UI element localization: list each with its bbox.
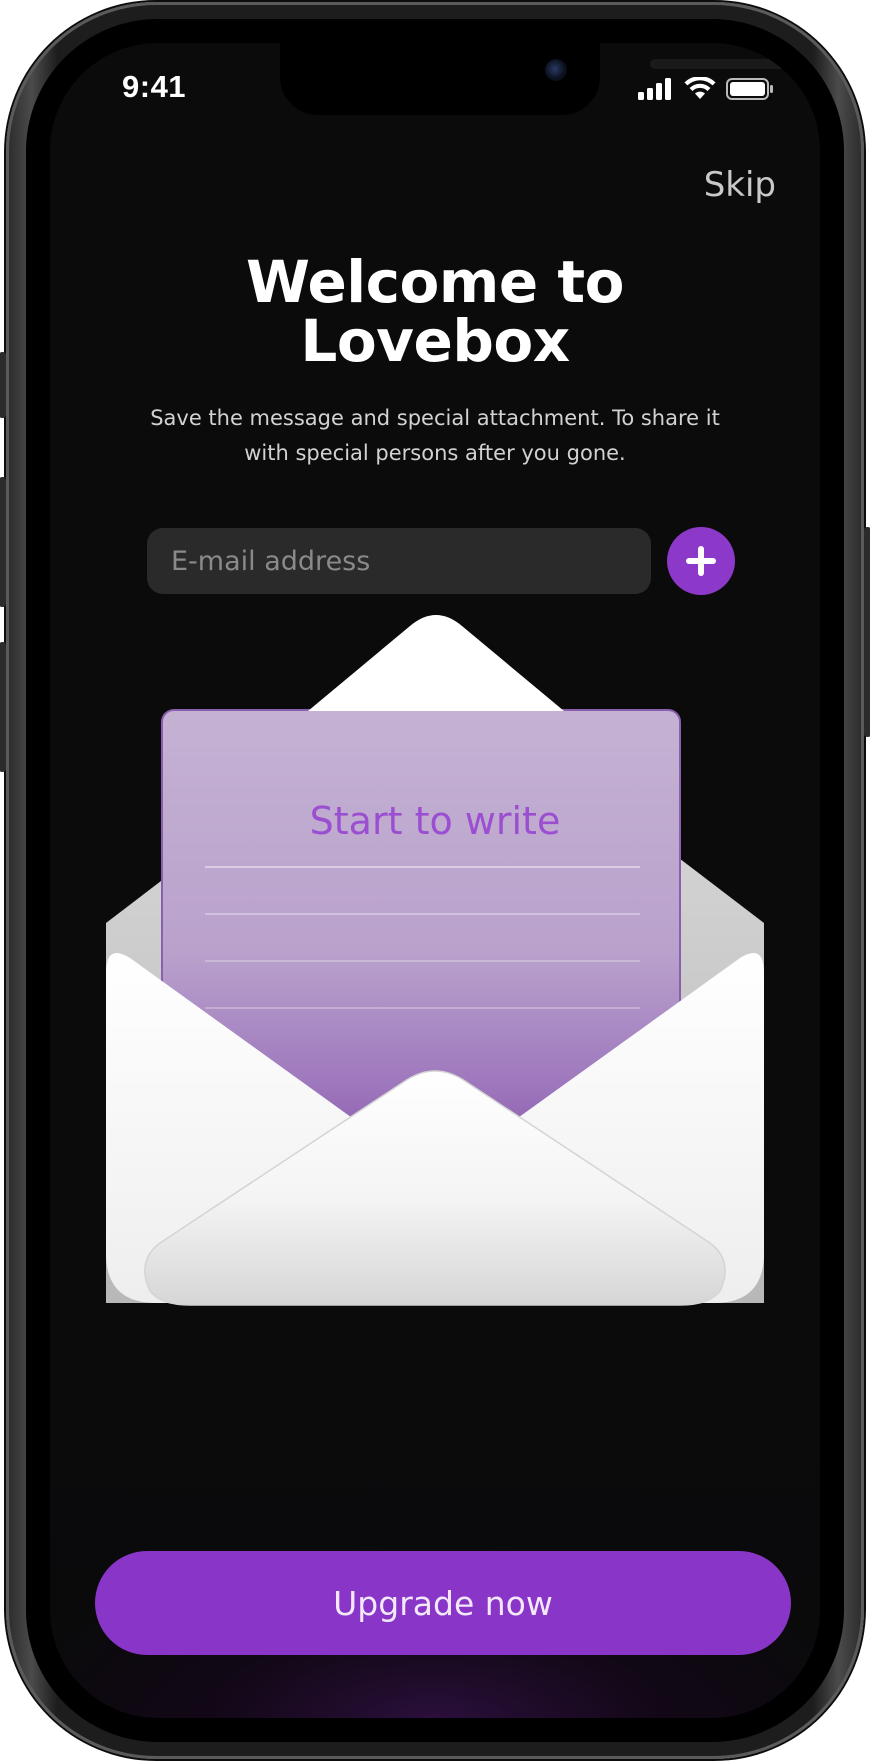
upgrade-now-label: Upgrade now: [333, 1583, 553, 1623]
page-title: Welcome to Lovebox: [50, 253, 820, 371]
add-email-button[interactable]: [667, 527, 735, 595]
upgrade-now-button[interactable]: Upgrade now: [95, 1551, 791, 1655]
power-button: [864, 527, 870, 737]
email-field[interactable]: [147, 528, 651, 594]
status-time: 9:41: [122, 69, 187, 104]
volume-down-button: [0, 642, 6, 772]
app-screen: 9:41 Skip Welcome to Lovebox Save the me…: [50, 43, 820, 1718]
volume-up-button: [0, 477, 6, 607]
cellular-signal-icon: [638, 78, 671, 100]
front-camera: [545, 59, 567, 81]
notch: [280, 43, 790, 115]
page-title-line-2: Lovebox: [300, 307, 570, 375]
letter-title[interactable]: Start to write: [50, 799, 820, 843]
earpiece-speaker: [650, 59, 790, 69]
page-title-line-1: Welcome to: [246, 248, 624, 316]
skip-button[interactable]: Skip: [704, 165, 776, 205]
wifi-icon: [684, 77, 716, 99]
status-icons: [638, 77, 774, 101]
battery-icon: [726, 78, 773, 100]
page-subtitle: Save the message and special attachment.…: [150, 406, 720, 465]
mute-switch: [0, 352, 6, 418]
phone-frame: 9:41 Skip Welcome to Lovebox Save the me…: [0, 2, 870, 1759]
plus-icon: [686, 546, 716, 576]
